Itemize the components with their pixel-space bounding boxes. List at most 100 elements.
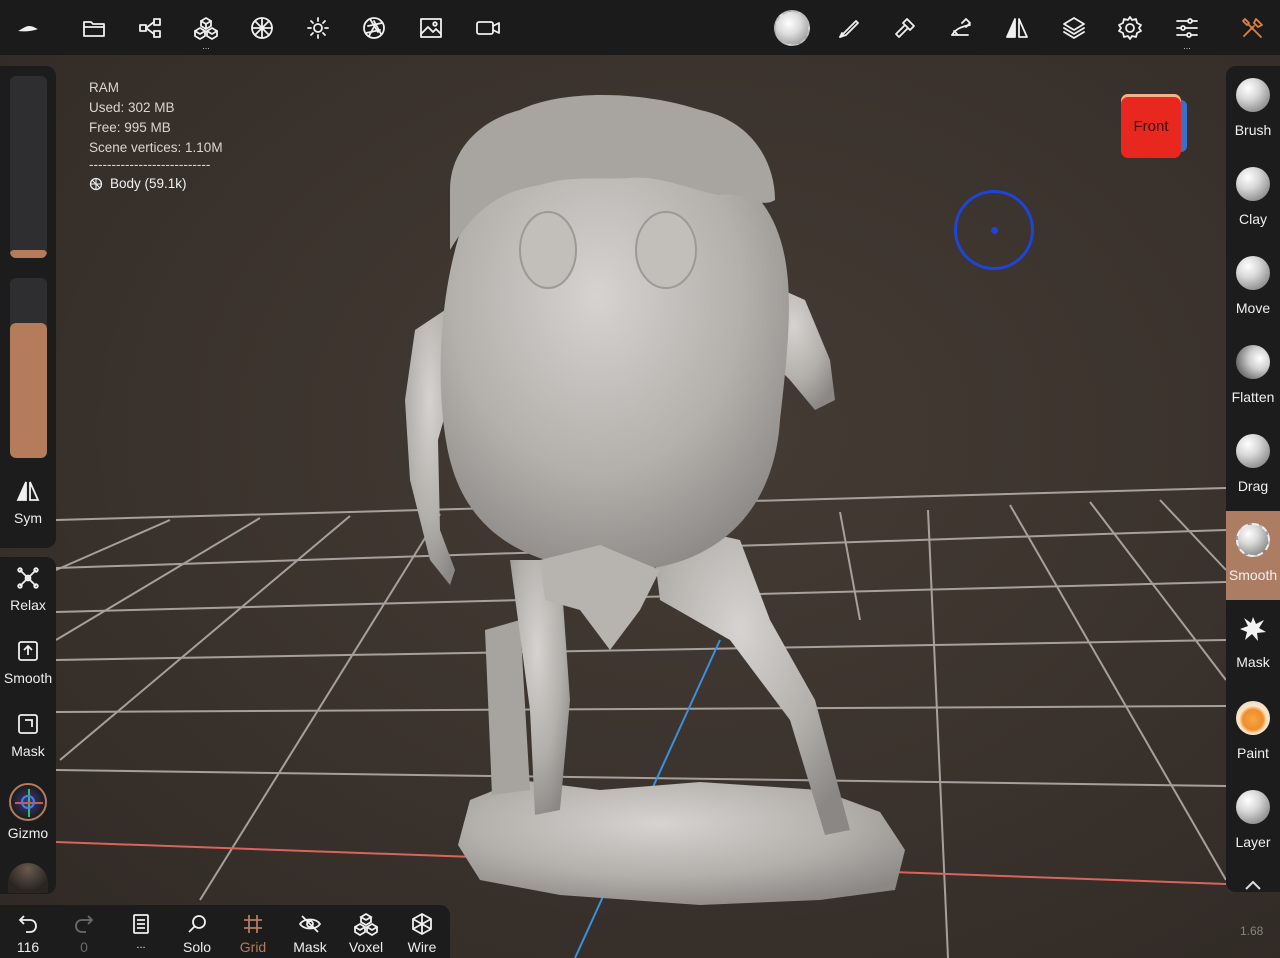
image-icon[interactable]	[411, 8, 451, 48]
tools-icon[interactable]	[1233, 8, 1273, 48]
grid-button[interactable]: Grid	[225, 905, 281, 958]
undo-icon	[18, 915, 37, 933]
relax-icon	[17, 567, 39, 589]
brush-tool[interactable]: Brush	[1226, 66, 1280, 155]
tool-icon[interactable]	[885, 8, 925, 48]
wire-button[interactable]: Wire	[394, 905, 450, 958]
camera-aperture-icon[interactable]	[354, 8, 394, 48]
flatten-tool[interactable]: Flatten	[1226, 333, 1280, 422]
mask-toggle-label: Mask	[293, 939, 327, 955]
sym-button[interactable]: Sym	[0, 470, 56, 542]
flatten-label: Flatten	[1231, 389, 1275, 405]
stats-separator: ---------------------------	[89, 157, 211, 172]
history-button[interactable]: ...	[113, 905, 169, 958]
brush-icon	[1236, 78, 1270, 112]
object-label: Body (59.1k)	[110, 176, 187, 191]
object-entry[interactable]: Body (59.1k)	[89, 174, 223, 194]
smooth-icon	[1236, 523, 1270, 557]
matcap-ball-icon[interactable]	[8, 863, 48, 893]
sliders-icon[interactable]: ...	[1167, 8, 1207, 51]
brush-cursor-center	[991, 227, 998, 234]
folder-icon[interactable]	[74, 8, 114, 48]
mask-splat-icon	[1240, 617, 1266, 641]
grid-label: Grid	[239, 939, 267, 955]
paint-icon	[1236, 701, 1270, 735]
mask-box-icon	[18, 714, 38, 734]
mask-label: Mask	[1236, 654, 1270, 670]
eye-off-icon	[298, 915, 322, 933]
left-slider-panel: Sym	[0, 66, 56, 548]
undo-button[interactable]: 116	[0, 905, 56, 958]
layer-tool[interactable]: Layer	[1226, 778, 1280, 867]
settings-icon[interactable]	[1110, 8, 1150, 48]
mask-button[interactable]: Mask	[0, 703, 56, 775]
share-icon[interactable]	[130, 8, 170, 48]
mask-label: Mask	[11, 743, 45, 759]
intensity-slider-fill	[10, 323, 47, 458]
chevron-up-icon[interactable]	[1243, 878, 1263, 892]
ram-title: RAM	[89, 80, 119, 95]
light-icon[interactable]	[298, 8, 338, 48]
right-tool-panel: Brush Clay Move Flatten Drag Smooth Mask…	[1226, 66, 1280, 892]
top-toolbar: ... ...	[0, 0, 1280, 55]
more-dots: ...	[202, 41, 210, 51]
relax-button[interactable]: Relax	[0, 557, 56, 629]
intensity-slider[interactable]	[10, 278, 47, 458]
topology-icon[interactable]	[242, 8, 282, 48]
stats-overlay: RAM Used: 302 MB Free: 995 MB Scene vert…	[89, 78, 223, 194]
wire-label: Wire	[407, 939, 437, 955]
wireframe-icon	[412, 912, 432, 936]
smooth-label: Smooth	[1228, 567, 1278, 583]
solo-button[interactable]: Solo	[169, 905, 225, 958]
smooth-button[interactable]: Smooth	[0, 630, 56, 702]
relax-label: Relax	[10, 597, 46, 613]
scene-vertices: Scene vertices: 1.10M	[89, 140, 223, 155]
move-tool[interactable]: Move	[1226, 244, 1280, 333]
gizmo-icon	[9, 783, 47, 821]
grid-icon	[244, 915, 262, 933]
move-label: Move	[1235, 300, 1271, 316]
symmetry-icon[interactable]	[997, 8, 1037, 48]
paint-tool[interactable]: Paint	[1226, 689, 1280, 778]
stroke-icon[interactable]	[829, 8, 869, 48]
redo-button[interactable]: 0	[56, 905, 112, 958]
drag-label: Drag	[1237, 478, 1269, 494]
drag-tool[interactable]: Drag	[1226, 422, 1280, 511]
mask-tool[interactable]: Mask	[1226, 600, 1280, 689]
search-icon	[188, 915, 206, 933]
left-tool-panel: Relax Smooth Mask Gizmo	[0, 557, 56, 894]
layers-icon[interactable]	[1054, 8, 1094, 48]
painting-icon[interactable]	[941, 8, 981, 48]
clay-icon	[1236, 167, 1270, 201]
version-label: 1.68	[1240, 924, 1264, 938]
brush-ball-icon[interactable]	[772, 8, 812, 48]
cube-front-face[interactable]: Front	[1121, 94, 1181, 158]
paint-label: Paint	[1237, 745, 1269, 761]
sym-label: Sym	[14, 510, 42, 526]
radius-slider[interactable]	[10, 76, 47, 258]
navigation-cube[interactable]: Front	[1121, 94, 1187, 158]
video-icon[interactable]	[468, 8, 508, 48]
symmetry-icon	[16, 481, 40, 501]
layer-icon	[1236, 790, 1270, 824]
voxel-icon	[354, 912, 378, 936]
ram-free: Free: 995 MB	[89, 120, 171, 135]
voxel-button[interactable]: Voxel	[338, 905, 394, 958]
notes-icon	[133, 914, 149, 934]
drag-icon	[1236, 434, 1270, 468]
smooth-box-icon	[18, 641, 38, 661]
mask-toggle-button[interactable]: Mask	[282, 905, 338, 958]
mesh-icon	[89, 177, 103, 191]
gizmo-label: Gizmo	[7, 825, 49, 841]
gizmo-button[interactable]: Gizmo	[0, 777, 56, 849]
solo-label: Solo	[182, 939, 212, 955]
logo-icon[interactable]	[8, 8, 48, 48]
flatten-icon	[1236, 345, 1270, 379]
scene-icon[interactable]: ...	[186, 8, 226, 51]
clay-label: Clay	[1238, 211, 1267, 227]
history-more: ...	[136, 939, 146, 951]
smooth-tool[interactable]: Smooth	[1226, 511, 1280, 600]
clay-tool[interactable]: Clay	[1226, 155, 1280, 244]
radius-slider-fill	[10, 250, 47, 258]
voxel-label: Voxel	[348, 939, 384, 955]
